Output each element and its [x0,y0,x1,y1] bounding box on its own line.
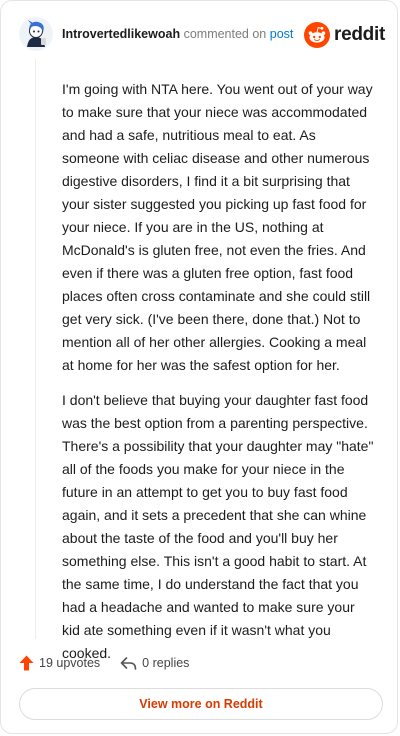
comment-meta: Introvertedlikewoah commented on post [62,27,293,41]
reply-count: 0 replies [142,656,190,670]
upvote-button[interactable]: 19 upvotes [19,655,100,671]
reddit-logo[interactable]: reddit [304,22,385,48]
comment-header: Introvertedlikewoah commented on post re… [19,17,387,53]
comment-paragraph: I don't believe that buying your daughte… [62,392,374,661]
reddit-wordmark: reddit [334,24,385,45]
comment-paragraph: I'm going with NTA here. You went out of… [62,81,373,373]
comment-actions: 19 upvotes 0 replies [19,653,209,673]
avatar-icon[interactable] [19,17,53,51]
commented-on-text: commented on [183,27,267,41]
upvote-count: 19 upvotes [39,656,101,670]
thread-line [35,59,36,639]
comment-embed-card: Introvertedlikewoah commented on post re… [0,0,398,734]
reply-arrow-icon [120,656,137,670]
view-more-button[interactable]: View more on Reddit [19,688,383,720]
post-link[interactable]: post [270,27,294,41]
upvote-arrow-icon [19,655,34,671]
reddit-logo-icon [304,22,331,48]
comment-body: I'm going with NTA here. You went out of… [62,78,376,677]
username-link[interactable]: Introvertedlikewoah [62,27,180,41]
reply-button[interactable]: 0 replies [120,656,189,671]
